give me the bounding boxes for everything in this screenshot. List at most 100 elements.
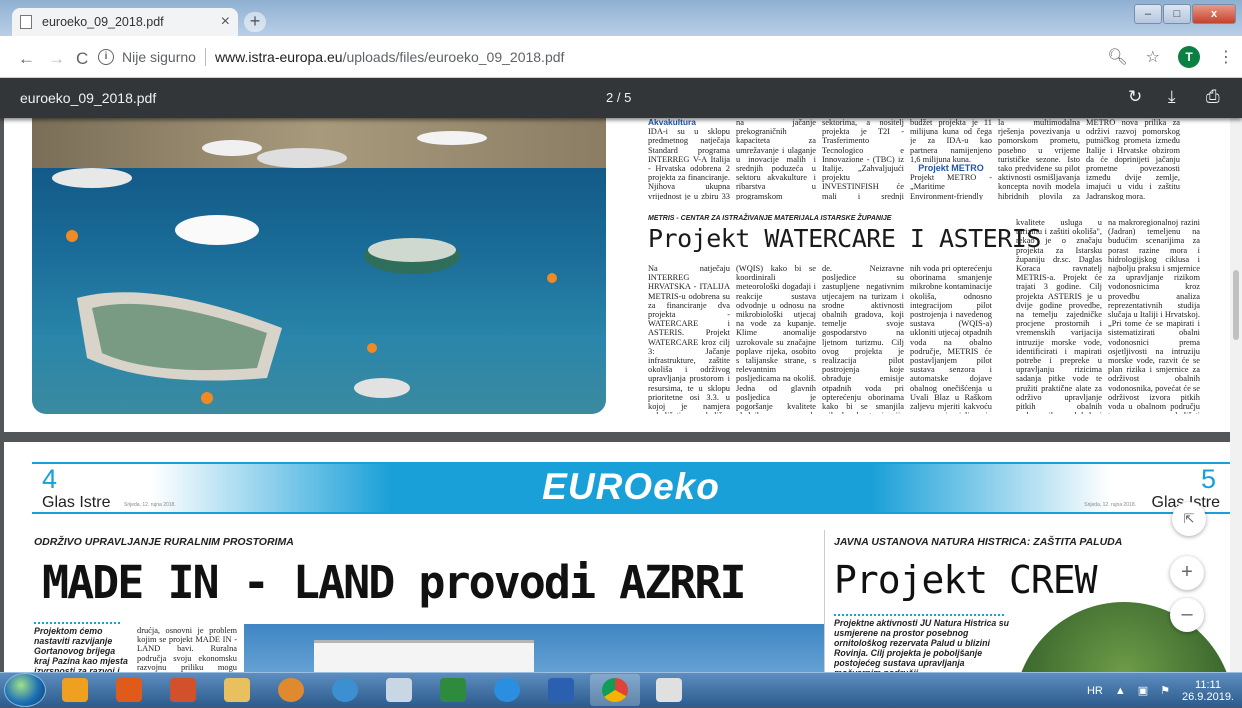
column-text: Na natječaju INTERREG HRVATSKA - ITALIJA…	[648, 264, 730, 414]
building-roof	[314, 640, 534, 672]
forward-arrow-icon[interactable]: →	[48, 49, 65, 69]
column-divider	[824, 530, 825, 672]
left-paper-name: Glas Istre	[42, 494, 111, 511]
article-column: sektorima, a nositelj projekta je T2I - …	[822, 118, 904, 200]
article-column: nih voda pri opterećenju oborinama smanj…	[910, 264, 992, 414]
article-column: Na natječaju INTERREG HRVATSKA - ITALIJA…	[648, 264, 730, 414]
profile-avatar[interactable]: T	[1178, 46, 1200, 68]
section-label: Akvakultura	[648, 118, 696, 127]
chrome-taskbar-icon[interactable]	[590, 674, 640, 706]
network-taskbar-icon[interactable]	[320, 674, 370, 706]
excel-taskbar-icon[interactable]	[428, 674, 478, 706]
language-indicator[interactable]: HR	[1087, 685, 1103, 697]
pdf-filename: euroeko_09_2018.pdf	[20, 90, 157, 106]
article-column: kvalitete usluga u turizmu i zaštiti oko…	[1016, 218, 1102, 414]
rotate-icon[interactable]: ↻	[1128, 87, 1142, 107]
action-center-icon[interactable]: ⚑	[1160, 684, 1170, 697]
subheading: Projekt METRO	[918, 163, 984, 174]
left-page-number: 4	[42, 464, 58, 494]
info-icon[interactable]: i	[98, 49, 114, 65]
article-column: la multimodalna rješenja povezivanja u p…	[998, 118, 1080, 200]
left-body-text: drućja, osnovni je problem kojim se proj…	[137, 626, 237, 672]
column-text: na jačanje prekograničnih kapaciteta za …	[736, 118, 816, 200]
maximize-button[interactable]: □	[1163, 4, 1191, 24]
security-label: Nije sigurno	[122, 49, 196, 65]
column-text: sektorima, a nositelj projekta je T2I - …	[822, 118, 904, 200]
column-text: Projekt METRO - „Maritime Environment-fr…	[910, 173, 992, 200]
bookmark-star-icon[interactable]: ☆	[1146, 47, 1160, 67]
minimize-button[interactable]: –	[1134, 4, 1162, 24]
reload-icon[interactable]: C	[76, 49, 88, 69]
windows-taskbar: HR ▲ ▣ ⚑ 11:11 26.9.2019.	[0, 672, 1242, 707]
boats-illustration	[52, 131, 557, 404]
print-icon[interactable]: ⎙	[1206, 87, 1220, 107]
vertical-scrollbar[interactable]	[1230, 118, 1242, 672]
tab-title: euroeko_09_2018.pdf	[42, 15, 164, 29]
harbor-boats-photo	[32, 118, 606, 414]
column-text: nih voda pri opterećenju oborinama smanj…	[910, 264, 992, 414]
article-kicker: METRIS - CENTAR ZA ISTRAŽIVANJE MATERIJA…	[648, 215, 892, 222]
article-column: na jačanje prekograničnih kapaciteta za …	[736, 118, 816, 200]
word-taskbar-icon[interactable]	[536, 674, 586, 706]
magazine-logo: EUROeko	[542, 466, 720, 507]
file-explorer-taskbar-icon[interactable]	[212, 674, 262, 706]
article-column: (WQIS) kako bi se koordinirali meteorolo…	[736, 264, 816, 414]
pdf-page-spread-1: Akvakultura IDA-i su u sklopu predmetnog …	[4, 118, 1230, 432]
tab-close-button[interactable]: ×	[221, 13, 230, 31]
article-column: Akvakultura IDA-i su u sklopu predmetnog …	[648, 118, 730, 200]
page-indicator: 2 / 5	[606, 90, 632, 105]
clock-time: 11:11	[1195, 678, 1221, 691]
column-text: METRO nova prilika za održivi razvoj pom…	[1086, 118, 1180, 200]
url-domain: www.istra-europa.eu	[214, 49, 343, 65]
right-headline: Projekt CREW	[834, 558, 1098, 602]
menu-kebab-icon[interactable]: ⋮	[1218, 47, 1234, 67]
window-controls: – □ x	[1133, 4, 1236, 24]
left-section-title: ODRŽIVO UPRAVLJANJE RURALNIM PROSTORIMA	[34, 536, 294, 548]
back-arrow-icon[interactable]: ←	[18, 49, 35, 69]
dotted-rule	[34, 622, 120, 625]
column-text: budžet projekta je 11 milijuna kuna od č…	[910, 118, 992, 164]
address-bar-actions: 🔍︎ ☆ T ⋮	[1107, 46, 1234, 68]
url-field[interactable]: i Nije sigurno www.istra-europa.eu/uploa…	[98, 41, 1208, 73]
clock-date: 26.9.2019.	[1182, 690, 1234, 703]
media-taskbar-icon[interactable]	[266, 674, 316, 706]
download-icon[interactable]: ⤓	[1168, 87, 1176, 107]
close-window-button[interactable]: x	[1192, 4, 1236, 24]
left-issue-date: Srijeda, 12. rujna 2018.	[124, 502, 176, 508]
tray-expand-icon[interactable]: ▲	[1115, 685, 1126, 697]
calculator-taskbar-icon[interactable]	[374, 674, 424, 706]
new-tab-button[interactable]: +	[244, 12, 266, 32]
start-button[interactable]	[4, 673, 46, 707]
powerpoint-taskbar-icon[interactable]	[158, 674, 208, 706]
zoom-out-button[interactable]: –	[1170, 598, 1204, 632]
right-section-title: JAVNA USTANOVA NATURA HISTRICA: ZAŠTITA …	[834, 536, 1123, 548]
system-clock[interactable]: 11:11 26.9.2019.	[1182, 679, 1234, 703]
office-taskbar-icon[interactable]	[104, 674, 154, 706]
article-headline: Projekt WATERCARE I ASTERIS	[648, 224, 1041, 253]
article-column: na makroregionalnoj razini (Jadran) teme…	[1108, 218, 1200, 414]
internet-explorer-taskbar-icon[interactable]	[482, 674, 532, 706]
acrobat-taskbar-icon[interactable]	[644, 674, 694, 706]
right-page-number: 5	[1200, 464, 1216, 494]
browser-tab[interactable]: euroeko_09_2018.pdf ×	[12, 8, 238, 36]
column-text: na makroregionalnoj razini (Jadran) teme…	[1108, 218, 1200, 414]
document-icon	[20, 15, 32, 29]
right-issue-date: Srijeda, 12. rujna 2018.	[1084, 502, 1136, 508]
zoom-in-button[interactable]: +	[1170, 556, 1204, 590]
article-column: budžet projekta je 11 milijuna kuna od č…	[910, 118, 992, 200]
outlook-taskbar-icon[interactable]	[50, 674, 100, 706]
network-icon[interactable]: ▣	[1138, 684, 1148, 697]
article-column: de. Neizravne posljedice su zastupljene …	[822, 264, 904, 414]
url-path: /uploads/files/euroeko_09_2018.pdf	[342, 49, 565, 65]
url-separator	[204, 48, 206, 66]
article-column: METRO nova prilika za održivi razvoj pom…	[1086, 118, 1180, 200]
address-bar: ← → C i Nije sigurno www.istra-europa.eu…	[0, 36, 1242, 78]
pdf-viewer[interactable]: Akvakultura IDA-i su u sklopu predmetnog …	[0, 118, 1242, 672]
fit-to-page-button[interactable]: ⇱	[1172, 502, 1206, 536]
left-headline: MADE IN - LAND provodi AZRRI	[42, 556, 747, 609]
zoom-search-icon[interactable]: 🔍︎	[1107, 47, 1127, 67]
left-lead-text: Projektom ćemo nastaviti razvijanje Gort…	[34, 626, 128, 672]
system-tray: HR ▲ ▣ ⚑ 11:11 26.9.2019.	[1087, 673, 1234, 708]
column-text: (WQIS) kako bi se koordinirali meteorolo…	[736, 264, 816, 414]
scrollbar-thumb[interactable]	[1233, 270, 1239, 340]
